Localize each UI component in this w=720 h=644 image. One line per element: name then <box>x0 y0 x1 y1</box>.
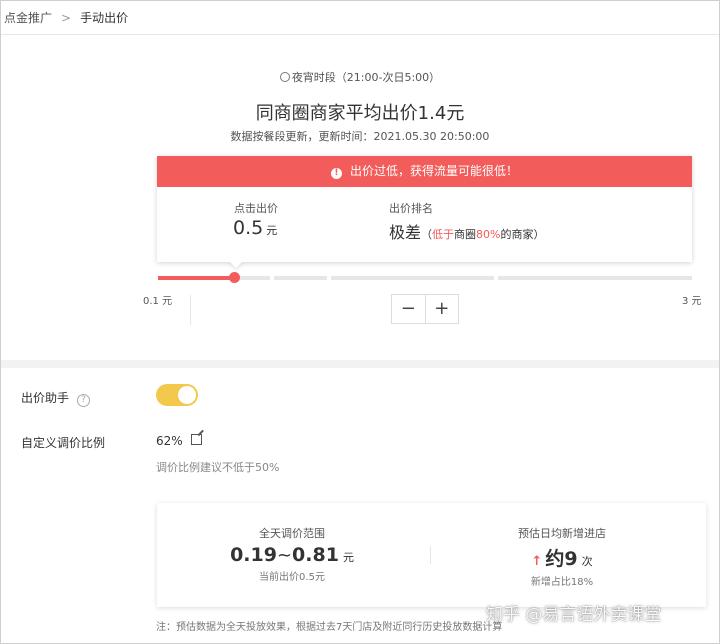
breadcrumb-separator: > <box>61 11 72 25</box>
clock-icon <box>279 72 290 82</box>
range-unit: 元 <box>342 551 354 564</box>
slider-min-label: 0.1 元 <box>143 296 173 307</box>
assistant-label-text: 出价助手 <box>21 391 70 405</box>
slider-guide-line <box>190 295 191 325</box>
range-column: 全天调价范围 0.19~0.81 元 当前出价0.5元 <box>217 525 367 583</box>
rank-mid: 商圈 <box>454 228 477 241</box>
visits-unit: 次 <box>581 555 593 568</box>
rank-pct: 80% <box>476 228 501 241</box>
slider-track-seg-2[interactable] <box>274 276 327 280</box>
rank-paren-open: （ <box>421 228 433 241</box>
warning-banner: ! 出价过低，获得流量可能很低！ <box>157 156 692 187</box>
warning-text: 出价过低，获得流量可能很低！ <box>349 164 518 178</box>
click-bid-value: 0.5 元 <box>233 217 277 239</box>
click-bid-number: 0.5 <box>233 217 264 239</box>
custom-ratio-hint: 调价比例建议不低于50% <box>156 461 280 474</box>
bid-stepper: − + <box>391 294 459 324</box>
slider-max-label: 3 元 <box>682 296 702 307</box>
estimate-divider <box>430 546 431 564</box>
header-divider <box>1 34 719 35</box>
update-time: 数据按餐段更新，更新时间：2021.05.30 20:50:00 <box>230 130 490 143</box>
rank-tail: 的商家） <box>500 228 545 241</box>
range-sub: 当前出价0.5元 <box>259 572 325 583</box>
section-divider <box>1 360 719 368</box>
assistant-toggle[interactable] <box>156 384 198 406</box>
visits-title: 预估日均新增进店 <box>518 527 606 540</box>
period-label: 夜宵时段（21:00-次日5:00） <box>0 69 720 85</box>
decrease-button[interactable]: − <box>392 295 425 323</box>
breadcrumb: 点金推广 > 手动出价 <box>4 9 128 26</box>
up-arrow-icon: ↑ <box>531 554 543 569</box>
rank-grade: 极差 <box>389 223 422 242</box>
visits-value: ↑ 约9 次 <box>487 544 637 571</box>
slider-track-seg-4[interactable] <box>498 276 692 280</box>
period-text: 夜宵时段（21:00-次日5:00） <box>291 71 441 84</box>
help-icon[interactable]: ? <box>77 394 91 407</box>
range-value: 0.19~0.81 元 <box>217 544 367 566</box>
toggle-knob <box>178 386 196 404</box>
edit-icon[interactable] <box>191 434 202 445</box>
breadcrumb-parent[interactable]: 点金推广 <box>4 11 52 25</box>
range-high: 0.81 <box>292 544 339 566</box>
rank-low: 低于 <box>432 228 455 241</box>
rank-detail: （低于商圈80%的商家） <box>421 228 544 241</box>
custom-ratio-value: 62% <box>156 434 183 448</box>
slider-track-seg-3[interactable] <box>331 276 494 280</box>
breadcrumb-current: 手动出价 <box>80 11 129 25</box>
custom-ratio-label: 自定义调价比例 <box>21 436 106 450</box>
click-bid-unit: 元 <box>266 224 278 237</box>
rank-value: 极差（低于商圈80%的商家） <box>389 219 544 243</box>
visits-column: 预估日均新增进店 ↑ 约9 次 新增占比18% <box>487 525 637 588</box>
visits-number: 约9 <box>545 548 578 570</box>
estimate-card: 全天调价范围 0.19~0.81 元 当前出价0.5元 预估日均新增进店 ↑ 约9 次… <box>157 503 706 607</box>
visits-sub: 新增占比18% <box>530 577 594 588</box>
range-title: 全天调价范围 <box>259 527 325 540</box>
click-bid-label: 点击出价 <box>234 202 278 215</box>
bid-warning-card: ! 出价过低，获得流量可能很低！ 点击出价 0.5 元 出价排名 极差（低于商圈80… <box>157 156 692 262</box>
exclamation-icon: ! <box>330 168 342 179</box>
avg-bid-title: 同商圈商家平均出价1.4元 <box>255 103 465 124</box>
range-tilde: ~ <box>276 545 293 566</box>
slider-fill <box>158 276 234 280</box>
range-low: 0.19 <box>230 544 277 566</box>
assistant-label: 出价助手? <box>21 389 91 407</box>
footnote: 注：预估数据为全天投放效果，根据过去7天门店及附近同行历史投放数据计算 <box>156 622 503 633</box>
increase-button[interactable]: + <box>424 295 459 323</box>
watermark: 知乎 @易言语外卖课堂 <box>486 605 662 625</box>
rank-label: 出价排名 <box>389 202 433 215</box>
slider-thumb[interactable] <box>229 272 240 283</box>
